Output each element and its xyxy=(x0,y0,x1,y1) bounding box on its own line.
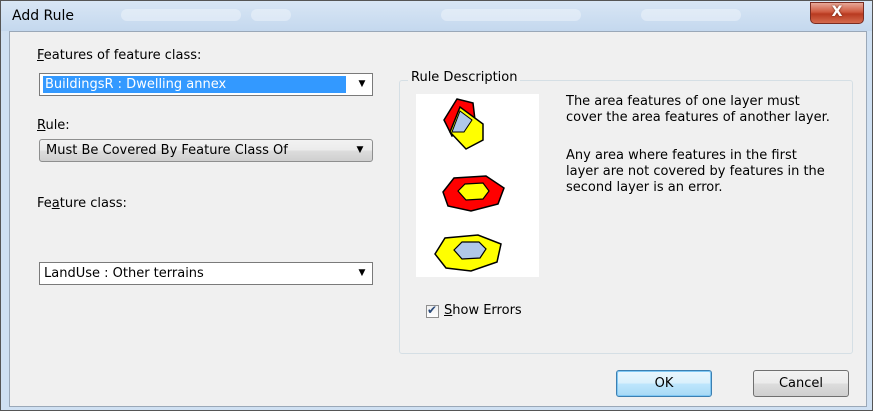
blurred-background-text xyxy=(441,9,581,21)
overlap-error-icon xyxy=(443,98,484,150)
blurred-background-text xyxy=(121,9,241,21)
window-title: Add Rule xyxy=(12,8,75,24)
ok-button[interactable]: OK xyxy=(616,370,712,397)
rule-description-title: Rule Description xyxy=(408,70,521,85)
blurred-background-text xyxy=(641,9,741,21)
chevron-down-icon[interactable]: ▼ xyxy=(352,142,368,159)
show-errors-label[interactable]: Show Errors xyxy=(444,303,522,318)
close-button[interactable]: X xyxy=(810,2,864,24)
feature-class-dropdown[interactable]: LandUse : Other terrains ▼ xyxy=(39,262,373,285)
feature-class-label: Feature class: xyxy=(37,196,127,211)
features-of-feature-class-dropdown[interactable]: BuildingsR : Dwelling annex ▼ xyxy=(39,73,373,96)
chevron-down-icon[interactable]: ▼ xyxy=(354,265,370,282)
rule-description-text-1: The area features of one layer must cove… xyxy=(566,94,830,125)
add-rule-dialog: Add Rule X Features of feature class: Bu… xyxy=(0,0,873,411)
features-of-feature-class-label: Features of feature class: xyxy=(37,48,202,63)
rule-value: Must Be Covered By Feature Class Of xyxy=(46,143,288,158)
show-errors-checkbox[interactable]: ✔ xyxy=(426,303,439,318)
chevron-down-icon[interactable]: ▼ xyxy=(354,76,370,93)
covered-icon xyxy=(434,234,502,272)
rule-diagram-graphic xyxy=(434,98,505,272)
rule-label: Rule: xyxy=(37,118,70,133)
rule-dropdown[interactable]: Must Be Covered By Feature Class Of ▼ xyxy=(39,139,373,162)
cancel-button[interactable]: Cancel xyxy=(753,370,849,397)
features-of-feature-class-value: BuildingsR : Dwelling annex xyxy=(43,76,346,93)
ring-error-icon xyxy=(442,175,505,212)
rule-description-text-2: Any area where features in the first lay… xyxy=(566,148,825,195)
rule-diagram xyxy=(416,94,539,277)
dialog-body: Features of feature class: BuildingsR : … xyxy=(9,31,867,407)
checkmark-icon: ✔ xyxy=(427,303,438,317)
feature-class-value: LandUse : Other terrains xyxy=(44,266,204,281)
title-bar[interactable]: Add Rule X xyxy=(1,1,872,31)
blurred-background-text xyxy=(251,9,291,21)
close-icon: X xyxy=(831,4,843,20)
